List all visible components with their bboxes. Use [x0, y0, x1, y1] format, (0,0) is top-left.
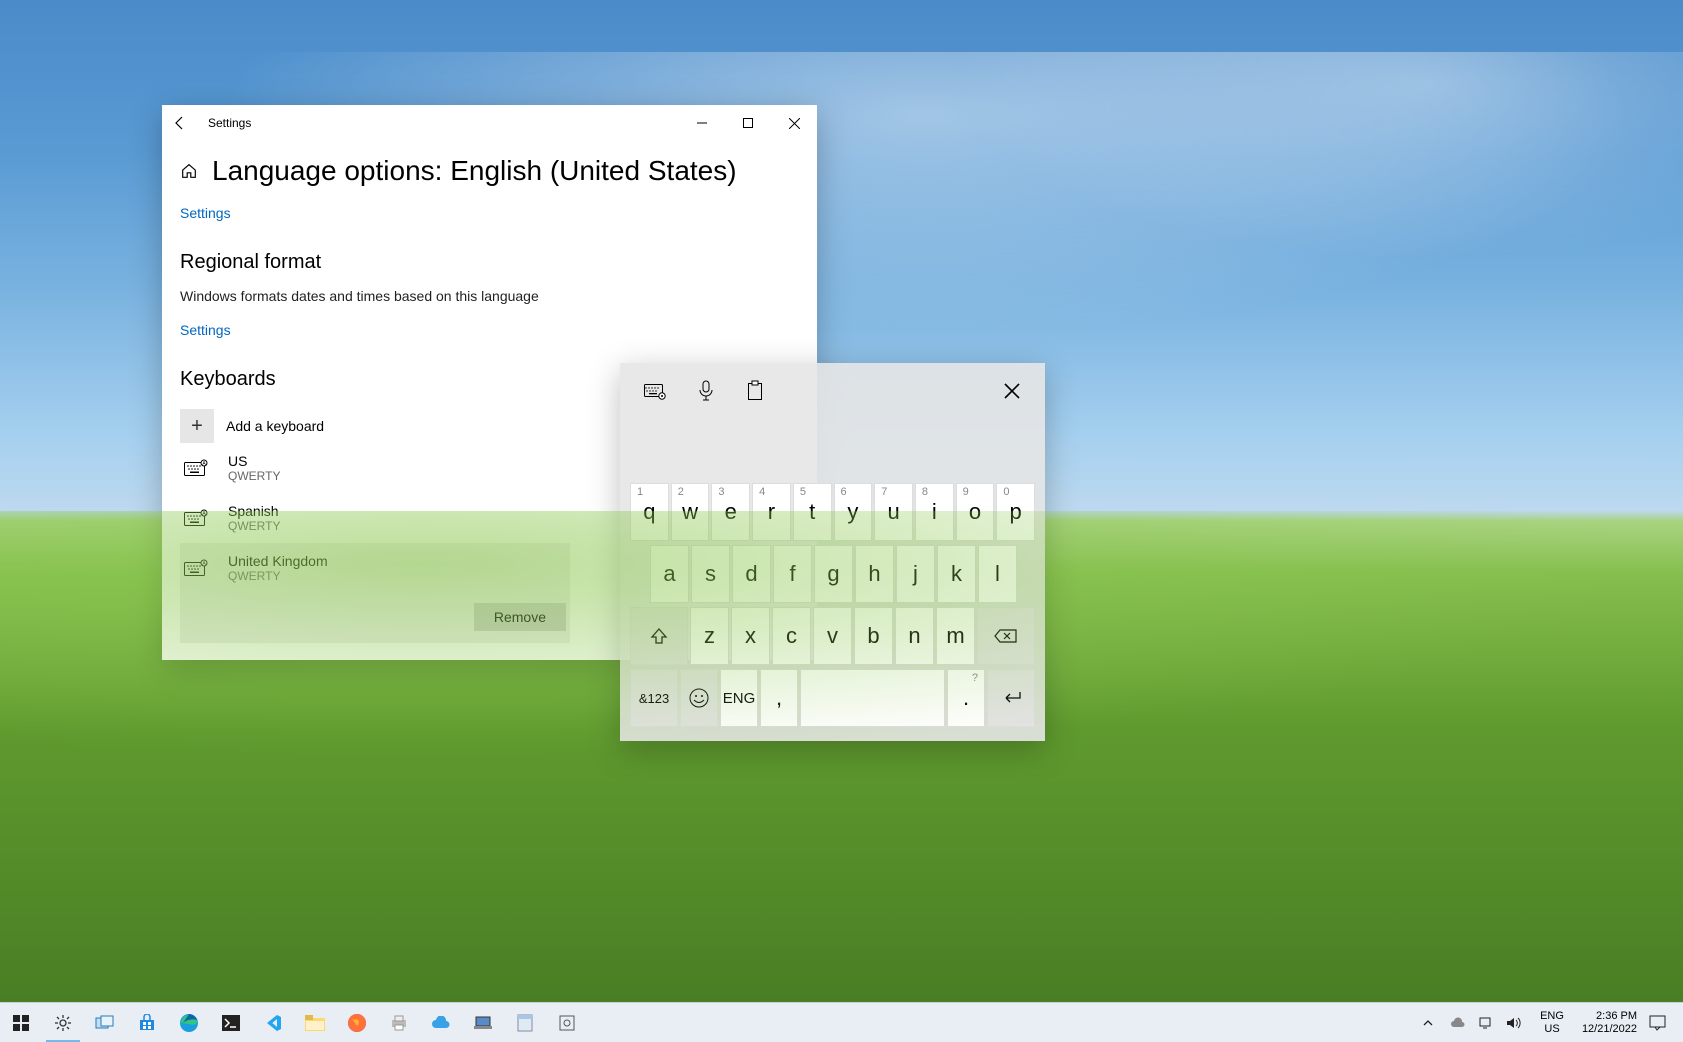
key-h[interactable]: h: [855, 545, 894, 603]
keyboard-name: United Kingdom: [228, 553, 328, 569]
key-x[interactable]: x: [731, 607, 770, 665]
taskbar-terminal[interactable]: [210, 1003, 252, 1042]
action-center-icon[interactable]: [1649, 1015, 1677, 1031]
lang-region: US: [1540, 1023, 1564, 1035]
osk-close-button[interactable]: [1003, 382, 1021, 400]
clock-date: 12/21/2022: [1582, 1023, 1637, 1036]
taskbar-edge[interactable]: [168, 1003, 210, 1042]
taskbar-firefox[interactable]: [336, 1003, 378, 1042]
microphone-icon[interactable]: [698, 380, 714, 402]
plus-icon: +: [180, 409, 214, 443]
numsym-key[interactable]: &123: [630, 669, 678, 727]
start-button[interactable]: [0, 1003, 42, 1042]
lang-code: ENG: [1540, 1010, 1564, 1022]
desktop: Settings Language options: English (Unit…: [0, 0, 1683, 1042]
language-key[interactable]: ENG: [720, 669, 758, 727]
key-l[interactable]: l: [978, 545, 1017, 603]
clock-time: 2:36 PM: [1582, 1010, 1637, 1023]
taskbar-app-notes[interactable]: [504, 1003, 546, 1042]
tray-network-icon[interactable]: [1478, 1016, 1500, 1030]
keyboard-item[interactable]: A United KingdomQWERTY Remove: [180, 543, 570, 643]
key-o[interactable]: 9o: [956, 483, 995, 541]
remove-button[interactable]: Remove: [474, 603, 566, 631]
keyboard-layout: QWERTY: [228, 569, 328, 583]
osk-key-rows: 1q2w3e4r5t6y7u8i9o0p asdfghjkl zxcvbnm &…: [620, 483, 1045, 737]
key-j[interactable]: j: [896, 545, 935, 603]
key-b[interactable]: b: [854, 607, 893, 665]
key-y[interactable]: 6y: [834, 483, 873, 541]
period-key[interactable]: ?.: [947, 669, 985, 727]
key-p[interactable]: 0p: [996, 483, 1035, 541]
osk-toolbar: [620, 363, 1045, 419]
taskbar-app-generic[interactable]: [546, 1003, 588, 1042]
regional-format-heading: Regional format: [180, 251, 799, 274]
key-g[interactable]: g: [814, 545, 853, 603]
key-n[interactable]: n: [895, 607, 934, 665]
key-q[interactable]: 1q: [630, 483, 669, 541]
taskbar-explorer[interactable]: [294, 1003, 336, 1042]
tray-onedrive-icon[interactable]: [1450, 1017, 1472, 1028]
keyboard-icon: A: [184, 459, 214, 477]
keyboard-name: US: [228, 453, 280, 469]
key-v[interactable]: v: [813, 607, 852, 665]
taskbar-left: [0, 1003, 588, 1042]
language-indicator[interactable]: ENG US: [1534, 1010, 1570, 1034]
key-k[interactable]: k: [937, 545, 976, 603]
keyboard-icon: A: [184, 559, 214, 577]
taskbar-app-printer[interactable]: [378, 1003, 420, 1042]
home-icon[interactable]: [180, 162, 198, 180]
emoji-key[interactable]: [680, 669, 718, 727]
key-w[interactable]: 2w: [671, 483, 710, 541]
keyboard-layout: QWERTY: [228, 469, 280, 483]
comma-key[interactable]: ,: [760, 669, 798, 727]
taskbar-taskview[interactable]: [84, 1003, 126, 1042]
maximize-button[interactable]: [725, 107, 771, 139]
key-m[interactable]: m: [936, 607, 975, 665]
clipboard-icon[interactable]: [746, 380, 764, 402]
space-key[interactable]: [800, 669, 945, 727]
clock[interactable]: 2:36 PM 12/21/2022: [1576, 1010, 1643, 1035]
backspace-key[interactable]: [977, 607, 1035, 665]
system-tray: ENG US 2:36 PM 12/21/2022: [1422, 1003, 1683, 1042]
shift-key[interactable]: [630, 607, 688, 665]
back-button[interactable]: [172, 115, 202, 131]
taskbar-app-cloud[interactable]: [420, 1003, 462, 1042]
taskbar: ENG US 2:36 PM 12/21/2022: [0, 1002, 1683, 1042]
taskbar-store[interactable]: [126, 1003, 168, 1042]
key-u[interactable]: 7u: [874, 483, 913, 541]
minimize-button[interactable]: [679, 107, 725, 139]
tray-chevron-icon[interactable]: [1422, 1017, 1444, 1029]
key-d[interactable]: d: [732, 545, 771, 603]
keyboard-layout: QWERTY: [228, 519, 280, 533]
touch-keyboard: 1q2w3e4r5t6y7u8i9o0p asdfghjkl zxcvbnm &…: [620, 363, 1045, 741]
key-e[interactable]: 3e: [711, 483, 750, 541]
key-i[interactable]: 8i: [915, 483, 954, 541]
key-t[interactable]: 5t: [793, 483, 832, 541]
key-s[interactable]: s: [691, 545, 730, 603]
settings-link-top[interactable]: Settings: [180, 205, 231, 221]
key-r[interactable]: 4r: [752, 483, 791, 541]
key-f[interactable]: f: [773, 545, 812, 603]
taskbar-app-laptop[interactable]: [462, 1003, 504, 1042]
enter-key[interactable]: [987, 669, 1035, 727]
regional-settings-link[interactable]: Settings: [180, 322, 231, 338]
key-a[interactable]: a: [650, 545, 689, 603]
tray-volume-icon[interactable]: [1506, 1016, 1528, 1030]
titlebar: Settings: [162, 105, 817, 141]
add-keyboard-label: Add a keyboard: [226, 418, 324, 434]
keyboard-name: Spanish: [228, 503, 280, 519]
keyboard-icon: A: [184, 509, 214, 527]
keyboard-settings-icon[interactable]: [644, 382, 666, 400]
close-button[interactable]: [771, 107, 817, 139]
taskbar-vscode[interactable]: [252, 1003, 294, 1042]
page-heading: Language options: English (United States…: [212, 155, 737, 187]
taskbar-settings[interactable]: [42, 1003, 84, 1042]
regional-format-description: Windows formats dates and times based on…: [180, 288, 799, 304]
window-title: Settings: [208, 116, 251, 130]
key-c[interactable]: c: [772, 607, 811, 665]
key-z[interactable]: z: [690, 607, 729, 665]
